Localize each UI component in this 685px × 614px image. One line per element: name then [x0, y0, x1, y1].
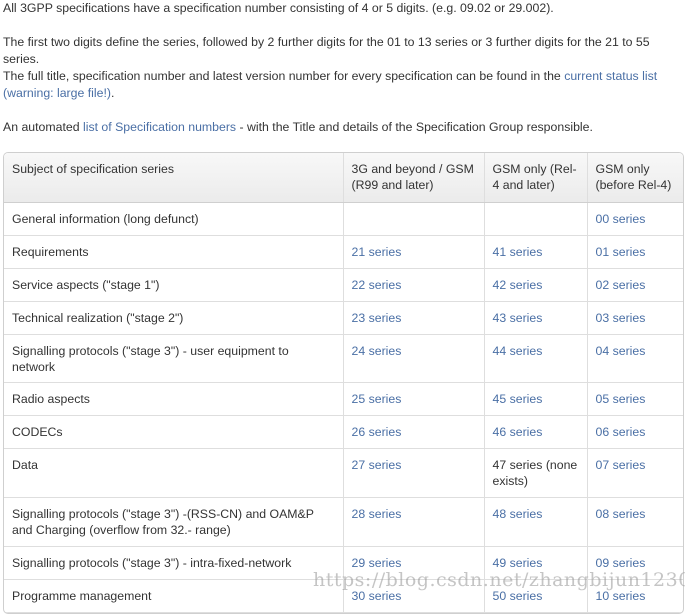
series-link[interactable]: 46 series — [493, 425, 543, 439]
header-gsm-pre-rel4: GSM only (before Rel-4) — [587, 153, 683, 203]
intro-paragraph-3: The full title, specification number and… — [3, 68, 663, 102]
table-row: Signalling protocols ("stage 3") - user … — [4, 334, 683, 383]
series-cell-gsm-rel4[interactable]: 48 series — [484, 497, 588, 547]
spec-numbers-list-link[interactable]: list of Specification numbers — [83, 120, 236, 134]
series-cell-gsm-pre-rel4[interactable]: 00 series — [587, 202, 683, 236]
series-table: Subject of specification series 3G and b… — [4, 153, 683, 613]
subject-cell: Programme management — [4, 579, 344, 613]
series-cell-gsm-pre-rel4[interactable]: 01 series — [587, 235, 683, 269]
table-row: Programme management 30 series 50 series… — [4, 579, 683, 613]
table-row: Requirements 21 series 41 series 01 seri… — [4, 235, 683, 269]
subject-cell: Signalling protocols ("stage 3") - user … — [4, 334, 344, 383]
subject-cell: Signalling protocols ("stage 3") -(RSS-C… — [4, 497, 344, 547]
subject-cell: Requirements — [4, 235, 344, 269]
intro-paragraph-4: An automated list of Specification numbe… — [3, 119, 593, 136]
series-cell-3g[interactable]: 25 series — [343, 382, 485, 416]
series-link[interactable]: 06 series — [596, 425, 646, 439]
subject-cell: General information (long defunct) — [4, 202, 344, 236]
series-cell-3g[interactable]: 24 series — [343, 334, 485, 383]
series-cell-gsm-rel4[interactable]: 46 series — [484, 415, 588, 449]
series-cell-3g[interactable]: 28 series — [343, 497, 485, 547]
table-header-row: Subject of specification series 3G and b… — [4, 153, 683, 203]
series-cell-gsm-rel4[interactable]: 41 series — [484, 235, 588, 269]
table-row: Data 27 series 47 series (none exists) 0… — [4, 448, 683, 498]
subject-cell: Service aspects ("stage 1") — [4, 268, 344, 302]
series-cell-gsm-rel4[interactable]: 49 series — [484, 546, 588, 580]
series-cell-gsm-pre-rel4[interactable]: 02 series — [587, 268, 683, 302]
intro-text: The full title, specification number and… — [3, 69, 565, 83]
series-link[interactable]: 22 series — [352, 278, 402, 292]
table-row: Technical realization ("stage 2") 23 ser… — [4, 301, 683, 335]
series-link[interactable]: 03 series — [596, 311, 646, 325]
series-cell-gsm-rel4[interactable]: 50 series — [484, 579, 588, 613]
series-cell-gsm-rel4[interactable]: 44 series — [484, 334, 588, 383]
table-row: Service aspects ("stage 1") 22 series 42… — [4, 268, 683, 302]
series-link[interactable]: 26 series — [352, 425, 402, 439]
header-gsm-rel4: GSM only (Rel-4 and later) — [484, 153, 588, 203]
series-cell-gsm-pre-rel4[interactable]: 04 series — [587, 334, 683, 383]
table-row: General information (long defunct) 00 se… — [4, 202, 683, 236]
intro-paragraph-1: All 3GPP specifications have a specifica… — [3, 1, 554, 15]
series-cell-gsm-pre-rel4[interactable]: 10 series — [587, 579, 683, 613]
table-row: Signalling protocols ("stage 3") -(RSS-C… — [4, 497, 683, 547]
series-link[interactable]: 48 series — [493, 507, 543, 521]
series-link[interactable]: 45 series — [493, 392, 543, 406]
series-cell-3g[interactable]: 30 series — [343, 579, 485, 613]
series-link[interactable]: 21 series — [352, 245, 402, 259]
series-link[interactable]: 23 series — [352, 311, 402, 325]
subject-cell: Data — [4, 448, 344, 498]
series-cell-gsm-rel4[interactable]: 45 series — [484, 382, 588, 416]
series-cell-3g[interactable]: 23 series — [343, 301, 485, 335]
series-link[interactable]: 27 series — [352, 458, 402, 472]
series-cell-gsm-pre-rel4[interactable]: 08 series — [587, 497, 683, 547]
series-link[interactable]: 04 series — [596, 344, 646, 358]
series-link[interactable]: 49 series — [493, 556, 543, 570]
series-link[interactable]: 42 series — [493, 278, 543, 292]
series-link[interactable]: 24 series — [352, 344, 402, 358]
table-row: Radio aspects 25 series 45 series 05 ser… — [4, 382, 683, 416]
series-link[interactable]: 07 series — [596, 458, 646, 472]
series-cell-gsm-rel4 — [484, 202, 588, 236]
series-link[interactable]: 02 series — [596, 278, 646, 292]
series-link[interactable]: 44 series — [493, 344, 543, 358]
series-cell-gsm-rel4[interactable]: 43 series — [484, 301, 588, 335]
series-link[interactable]: 08 series — [596, 507, 646, 521]
series-link[interactable]: 29 series — [352, 556, 402, 570]
series-cell-gsm-rel4: 47 series (none exists) — [484, 448, 588, 498]
series-cell-gsm-pre-rel4[interactable]: 07 series — [587, 448, 683, 498]
header-subject: Subject of specification series — [4, 153, 344, 203]
series-cell-gsm-pre-rel4[interactable]: 03 series — [587, 301, 683, 335]
series-cell-3g[interactable]: 29 series — [343, 546, 485, 580]
series-link[interactable]: 25 series — [352, 392, 402, 406]
header-3g-gsm: 3G and beyond / GSM (R99 and later) — [343, 153, 485, 203]
series-cell-3g[interactable]: 22 series — [343, 268, 485, 302]
series-cell-3g[interactable]: 27 series — [343, 448, 485, 498]
intro-text: . — [110, 86, 115, 100]
subject-cell: Technical realization ("stage 2") — [4, 301, 344, 335]
series-link[interactable]: 09 series — [596, 556, 646, 570]
intro-text: - with the Title and details of the Spec… — [236, 120, 593, 134]
series-link[interactable]: 43 series — [493, 311, 543, 325]
table-row: Signalling protocols ("stage 3") - intra… — [4, 546, 683, 580]
series-cell-gsm-pre-rel4[interactable]: 06 series — [587, 415, 683, 449]
series-cell-3g[interactable]: 26 series — [343, 415, 485, 449]
series-table-container: Subject of specification series 3G and b… — [3, 152, 684, 614]
page: All 3GPP specifications have a specifica… — [0, 0, 685, 614]
table-row: CODECs 26 series 46 series 06 series — [4, 415, 683, 449]
series-cell-gsm-pre-rel4[interactable]: 05 series — [587, 382, 683, 416]
intro-text: An automated — [3, 120, 83, 134]
series-cell-gsm-pre-rel4[interactable]: 09 series — [587, 546, 683, 580]
series-cell-3g — [343, 202, 485, 236]
intro-paragraph-2: The first two digits define the series, … — [3, 35, 650, 66]
series-link[interactable]: 28 series — [352, 507, 402, 521]
series-link[interactable]: 00 series — [596, 212, 646, 226]
series-link[interactable]: 05 series — [596, 392, 646, 406]
subject-cell: Signalling protocols ("stage 3") - intra… — [4, 546, 344, 580]
series-link[interactable]: 41 series — [493, 245, 543, 259]
series-cell-3g[interactable]: 21 series — [343, 235, 485, 269]
subject-cell: CODECs — [4, 415, 344, 449]
subject-cell: Radio aspects — [4, 382, 344, 416]
series-cell-gsm-rel4[interactable]: 42 series — [484, 268, 588, 302]
series-link[interactable]: 01 series — [596, 245, 646, 259]
